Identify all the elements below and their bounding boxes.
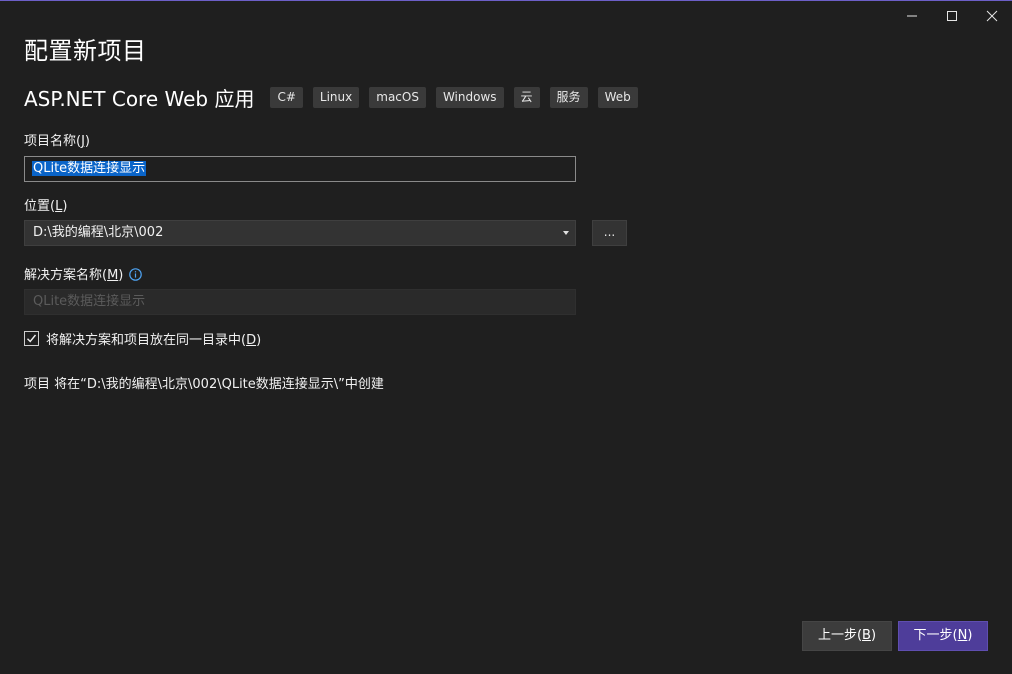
- back-button[interactable]: 上一步(B): [802, 621, 892, 651]
- maximize-button[interactable]: [932, 1, 972, 31]
- solution-name-label-end: ): [118, 268, 124, 283]
- solution-name-label: 解决方案名称(M): [24, 264, 143, 285]
- page-title: 配置新项目: [24, 37, 147, 65]
- back-label-end: ): [870, 628, 877, 643]
- same-directory-checkbox[interactable]: [24, 331, 39, 346]
- tag-windows: Windows: [435, 87, 504, 108]
- close-icon: [986, 10, 998, 22]
- location-combobox[interactable]: D:\我的编程\北京\002: [24, 220, 576, 246]
- project-name-label: 项目名称(J): [24, 130, 90, 149]
- configure-project-window: 配置新项目 ASP.NET Core Web 应用 C# Linux macOS…: [0, 0, 1012, 674]
- template-name: ASP.NET Core Web 应用: [24, 87, 255, 111]
- close-button[interactable]: [972, 1, 1012, 31]
- same-directory-label: 将解决方案和项目放在同一目录中(D): [46, 329, 261, 348]
- checkmark-icon: [27, 334, 37, 343]
- next-label-end: ): [967, 628, 973, 643]
- solution-name-accel: M: [107, 268, 119, 283]
- template-header: ASP.NET Core Web 应用 C# Linux macOS Windo…: [24, 83, 648, 112]
- same-directory-label-text: 将解决方案和项目放在同一目录中(: [46, 333, 247, 348]
- tag-web: Web: [597, 87, 638, 108]
- same-directory-label-end: ): [256, 333, 262, 348]
- same-directory-option[interactable]: 将解决方案和项目放在同一目录中(D): [24, 329, 261, 348]
- minimize-icon: [907, 15, 917, 17]
- maximize-icon: [947, 11, 957, 21]
- solution-name-input: QLite数据连接显示: [24, 289, 576, 315]
- tag-service: 服务: [549, 87, 588, 108]
- next-button[interactable]: 下一步(N): [898, 621, 988, 651]
- tag-linux: Linux: [312, 87, 360, 108]
- project-name-value: QLite数据连接显示: [32, 161, 147, 176]
- tag-cloud: 云: [513, 87, 540, 108]
- next-label: 下一步(: [913, 628, 958, 643]
- location-value: D:\我的编程\北京\002: [33, 225, 164, 240]
- chevron-down-icon[interactable]: [563, 231, 569, 235]
- minimize-button[interactable]: [892, 1, 932, 31]
- back-label: 上一步(: [817, 628, 863, 643]
- project-name-label-end: ): [84, 134, 90, 149]
- creation-path-note: 项目 将在“D:\我的编程\北京\002\QLite数据连接显示\”中创建: [24, 377, 384, 392]
- tag-csharp: C#: [270, 87, 303, 108]
- location-label-end: ): [62, 199, 68, 214]
- location-label-text: 位置(: [24, 199, 56, 214]
- info-icon[interactable]: [129, 268, 143, 285]
- same-directory-accel: D: [246, 333, 257, 348]
- browse-button[interactable]: ...: [592, 220, 627, 246]
- project-name-label-text: 项目名称(: [24, 134, 82, 149]
- next-accel: N: [957, 628, 968, 643]
- window-controls: [892, 1, 1012, 31]
- tag-macos: macOS: [369, 87, 426, 108]
- project-name-input[interactable]: QLite数据连接显示: [24, 156, 576, 182]
- back-accel: B: [862, 628, 871, 643]
- location-label: 位置(L): [24, 195, 67, 214]
- solution-name-label-text: 解决方案名称(: [24, 268, 108, 283]
